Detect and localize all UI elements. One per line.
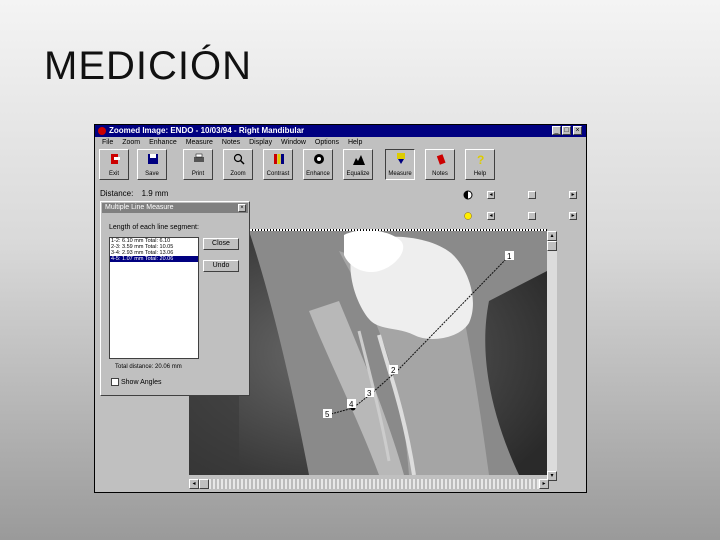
horizontal-scrollbar[interactable]: ◂ ▸ <box>189 479 549 489</box>
menu-help[interactable]: Help <box>348 139 362 146</box>
scroll-up-button[interactable]: ▴ <box>547 231 557 241</box>
help-icon: ? <box>477 153 484 165</box>
app-icon <box>98 127 106 135</box>
measure-button[interactable]: Measure <box>385 149 415 180</box>
scroll-thumb-horizontal[interactable] <box>199 479 209 489</box>
menu-options[interactable]: Options <box>315 139 339 146</box>
print-button[interactable]: Print <box>183 149 213 180</box>
menu-window[interactable]: Window <box>281 139 306 146</box>
measure-point-3[interactable]: 3 <box>367 389 372 398</box>
checkbox-box[interactable] <box>111 378 119 386</box>
save-button[interactable]: Save <box>137 149 167 180</box>
contrast-slider-thumb[interactable] <box>528 191 536 199</box>
window-titlebar[interactable]: Zoomed Image: ENDO - 10/03/94 - Right Ma… <box>95 125 586 137</box>
contrast-adjust-icon <box>463 190 473 200</box>
list-item-selected[interactable]: 4-5: 1.07 mm Total: 20.06 <box>110 256 198 262</box>
equalize-button[interactable]: Equalize <box>343 149 373 180</box>
zoom-button[interactable]: Zoom <box>223 149 253 180</box>
menu-file[interactable]: File <box>102 139 113 146</box>
exit-button[interactable]: Exit <box>99 149 129 180</box>
dialog-titlebar[interactable]: Multiple Line Measure × <box>102 203 248 213</box>
svg-text:?: ? <box>477 153 484 165</box>
brightness-slider-thumb[interactable] <box>528 212 536 220</box>
zoom-icon <box>233 153 245 165</box>
help-button[interactable]: ? Help <box>465 149 495 180</box>
dialog-title: Multiple Line Measure <box>105 204 174 211</box>
brightness-icon <box>464 212 472 220</box>
total-distance: Total distance: 20.06 mm <box>115 364 182 370</box>
menu-enhance[interactable]: Enhance <box>149 139 177 146</box>
slide-title: MEDICIÓN <box>44 44 252 88</box>
show-angles-checkbox[interactable]: Show Angles <box>111 378 161 386</box>
maximize-button[interactable]: □ <box>562 126 571 135</box>
window-title: Zoomed Image: ENDO - 10/03/94 - Right Ma… <box>109 126 305 135</box>
undo-button[interactable]: Undo <box>203 260 239 272</box>
menu-measure[interactable]: Measure <box>186 139 213 146</box>
dialog-close-icon[interactable]: × <box>238 204 246 212</box>
menu-notes[interactable]: Notes <box>222 139 240 146</box>
menu-display[interactable]: Display <box>249 139 272 146</box>
segment-list[interactable]: 1-2: 6.10 mm Total: 6.10 2-3: 3.59 mm To… <box>109 237 199 359</box>
menu-bar: File Zoom Enhance Measure Notes Display … <box>95 138 586 148</box>
show-angles-label: Show Angles <box>121 378 162 386</box>
contrast-icon <box>274 154 284 164</box>
measure-point-2[interactable]: 2 <box>391 366 396 375</box>
notes-icon <box>436 154 446 165</box>
distance-readout: Distance: 1.9 mm <box>100 189 168 198</box>
segment-list-label: Length of each line segment: <box>109 224 199 231</box>
brightness-decrease-button[interactable]: ◂ <box>487 212 495 220</box>
measure-point-4[interactable]: 4 <box>349 400 354 409</box>
contrast-decrease-button[interactable]: ◂ <box>487 191 495 199</box>
enhance-icon <box>314 154 324 164</box>
scroll-left-button[interactable]: ◂ <box>189 479 199 489</box>
close-button[interactable]: × <box>573 126 582 135</box>
toolbar: Exit Save Print Zoom Contrast Enhance Eq… <box>97 149 497 182</box>
measure-point-5[interactable]: 5 <box>325 410 330 419</box>
measure-icon <box>397 153 405 164</box>
distance-value: 1.9 mm <box>141 189 169 198</box>
menu-zoom[interactable]: Zoom <box>122 139 140 146</box>
multiple-line-measure-dialog: Multiple Line Measure × Length of each l… <box>100 201 250 396</box>
dialog-close-button[interactable]: Close <box>203 238 239 250</box>
contrast-increase-button[interactable]: ▸ <box>569 191 577 199</box>
zoomed-image-window: Zoomed Image: ENDO - 10/03/94 - Right Ma… <box>94 124 587 493</box>
print-icon <box>194 153 204 162</box>
enhance-button[interactable]: Enhance <box>303 149 333 180</box>
scroll-thumb-vertical[interactable] <box>547 241 557 251</box>
equalize-icon <box>353 155 365 165</box>
notes-button[interactable]: Notes <box>425 149 455 180</box>
exit-icon <box>111 154 120 164</box>
scroll-right-button[interactable]: ▸ <box>539 479 549 489</box>
measure-point-1[interactable]: 1 <box>507 252 512 261</box>
distance-label: Distance: <box>100 189 134 198</box>
save-icon <box>148 154 158 164</box>
contrast-button[interactable]: Contrast <box>263 149 293 180</box>
minimize-button[interactable]: _ <box>552 126 561 135</box>
brightness-increase-button[interactable]: ▸ <box>569 212 577 220</box>
vertical-scrollbar[interactable]: ▴ ▾ <box>547 231 557 481</box>
